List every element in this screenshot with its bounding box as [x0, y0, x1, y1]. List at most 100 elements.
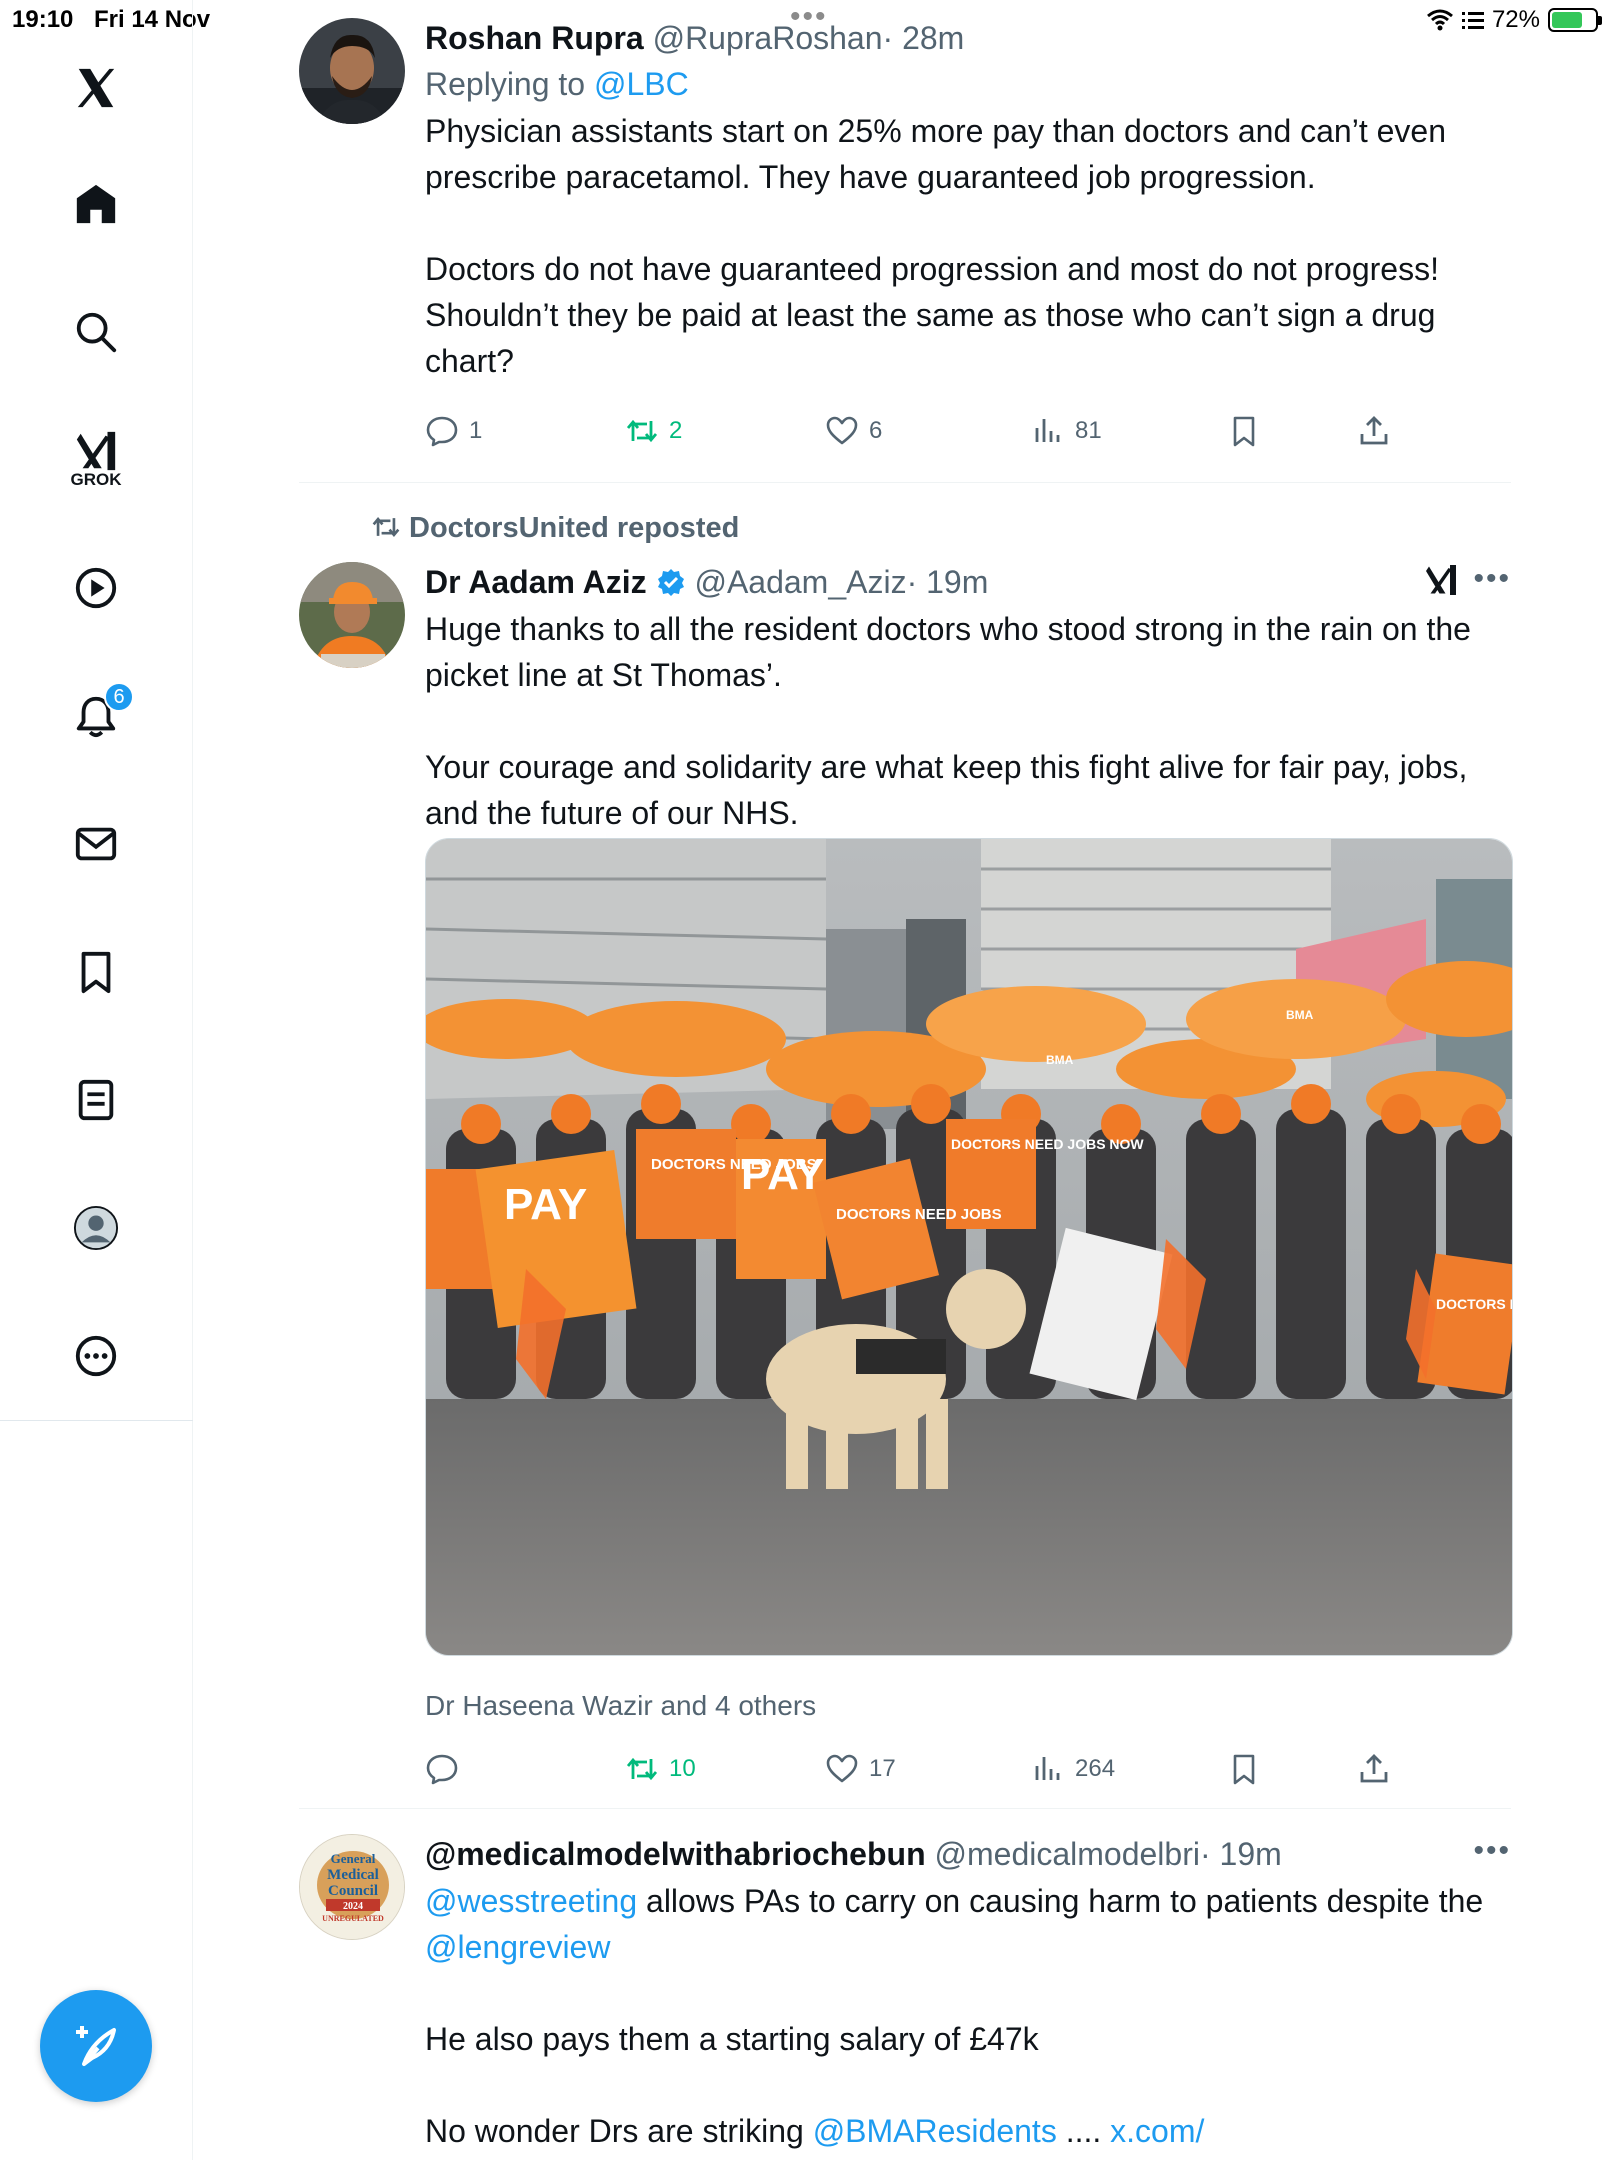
tweet-paragraph: Doctors do not have guaranteed progressi…: [425, 251, 1439, 379]
tweet-header: Roshan Rupra @RupraRoshan· 28m: [425, 18, 1511, 58]
grok-label: GROK: [70, 470, 122, 489]
compose-icon: [76, 2026, 116, 2066]
author-handle[interactable]: @RupraRoshan: [653, 20, 883, 56]
avatar-text: Medical: [327, 1867, 379, 1883]
photo-sign-text: BMA: [1046, 1053, 1074, 1067]
repost-by[interactable]: DoctorsUnited reposted: [409, 512, 739, 544]
sidebar-item-search[interactable]: [56, 292, 136, 372]
mention-link[interactable]: @wesstreeting: [425, 1883, 637, 1919]
author-name[interactable]: Dr Aadam Aziz: [425, 564, 647, 600]
avatar-text: UNREGULATED: [322, 1914, 384, 1923]
heart-icon: [826, 416, 858, 445]
tweet-paragraph: @wesstreeting allows PAs to carry on cau…: [425, 1878, 1511, 1970]
sidebar-item-profile[interactable]: [56, 1188, 136, 1268]
tweet-roshan-rupra[interactable]: Roshan Rupra @RupraRoshan· 28m Replying …: [299, 18, 1511, 447]
more-options-icon[interactable]: •••: [1473, 1834, 1511, 1868]
tweet-text: @wesstreeting allows PAs to carry on cau…: [425, 1878, 1511, 2154]
repost-icon: [372, 516, 400, 538]
tweet-text-segment: allows PAs to carry on causing harm to p…: [637, 1883, 1484, 1919]
bookmark-icon: [1233, 416, 1255, 447]
sidebar-item-lists[interactable]: [56, 1060, 136, 1140]
url-link[interactable]: x.com/: [1110, 2113, 1204, 2149]
author-name[interactable]: @medicalmodelwithabriochebun: [425, 1836, 926, 1872]
views-button[interactable]: 264: [1031, 1752, 1115, 1786]
tweet-text-segment: ....: [1056, 2113, 1111, 2149]
author-name[interactable]: Roshan Rupra: [425, 20, 644, 56]
like-count: 6: [869, 417, 883, 444]
avatar-text: General: [331, 1851, 376, 1866]
tagged-text: Dr Haseena Wazir and 4 others: [425, 1690, 817, 1721]
views-icon: [1035, 1757, 1060, 1780]
mention-link[interactable]: @LBC: [594, 66, 689, 102]
tweet-text: Huge thanks to all the resident doctors …: [425, 606, 1511, 836]
share-button[interactable]: [1357, 414, 1391, 448]
grok-icon[interactable]: [1423, 562, 1459, 598]
sidebar-item-messages[interactable]: [56, 804, 136, 884]
tagged-people[interactable]: Dr Haseena Wazir and 4 others: [425, 1686, 816, 1726]
messages-icon: [75, 827, 117, 861]
tweet-header: Dr Aadam Aziz @Aadam_Aziz· 19m: [425, 562, 1511, 602]
reply-icon: [426, 1754, 458, 1785]
tweet-text: Physician assistants start on 25% more p…: [425, 108, 1511, 384]
author-handle[interactable]: @medicalmodelbri: [935, 1836, 1200, 1872]
mention-link[interactable]: @BMAResidents: [813, 2113, 1057, 2149]
photo-sign-text: PAY: [504, 1180, 587, 1229]
replying-to: Replying to @LBC: [425, 64, 1511, 104]
tweet-header: @medicalmodelwithabriochebun @medicalmod…: [425, 1834, 1511, 1874]
photo-sign-text: DOCTORS NEED JOBS: [836, 1206, 1002, 1223]
bookmark-button[interactable]: [1227, 414, 1261, 448]
photo-sign-text: BMA: [1286, 1008, 1314, 1022]
avatar-text: 2024: [343, 1901, 363, 1912]
tweet-divider: [299, 1808, 1511, 1809]
share-icon: [1360, 416, 1388, 445]
sidebar-item-notifications[interactable]: 6: [56, 676, 136, 756]
tweet-aadam-aziz[interactable]: DoctorsUnited reposted Dr Aadam Aziz @Aa…: [299, 508, 1513, 1798]
repost-count: 10: [669, 1755, 696, 1782]
bookmarks-icon: [81, 951, 111, 994]
repost-button[interactable]: 2: [625, 414, 682, 448]
views-button[interactable]: 81: [1031, 414, 1102, 448]
view-count: 264: [1075, 1755, 1116, 1782]
sidebar-item-grok[interactable]: GROK: [56, 412, 136, 512]
tweet-paragraph: Physician assistants start on 25% more p…: [425, 113, 1446, 195]
reply-button[interactable]: [425, 1752, 469, 1786]
repost-indicator: DoctorsUnited reposted: [371, 508, 739, 548]
tweet-time[interactable]: · 19m: [907, 564, 989, 600]
more-options-icon[interactable]: •••: [1473, 562, 1511, 596]
tweet-time[interactable]: · 19m: [1200, 1836, 1282, 1872]
timeline: Roshan Rupra @RupraRoshan· 28m Replying …: [194, 0, 1620, 2160]
tweet-actions: 1 2 6 81: [425, 414, 1425, 454]
sidebar: GROK 6: [0, 0, 193, 2160]
tweet-medicalmodel[interactable]: General Medical Council 2024 UNREGULATED…: [299, 1834, 1511, 2160]
notifications-badge: 6: [104, 682, 134, 712]
tweet-text-segment: No wonder Drs are striking: [425, 2113, 813, 2149]
avatar[interactable]: [299, 562, 405, 668]
profile-icon: [73, 1205, 119, 1251]
verified-icon: [657, 569, 684, 596]
tweet-paragraph: Huge thanks to all the resident doctors …: [425, 611, 1471, 693]
avatar[interactable]: General Medical Council 2024 UNREGULATED: [299, 1834, 405, 1940]
photo-sign-text: DOCTORS NEED JOBS NOW: [1436, 1296, 1513, 1312]
compose-button[interactable]: [40, 1990, 152, 2102]
avatar[interactable]: [299, 18, 405, 124]
tweet-photo[interactable]: PAY DOCTORS NEED JOBS PAY DOCTORS NEED J…: [425, 838, 1513, 1656]
mention-link[interactable]: @lengreview: [425, 1929, 610, 1965]
repost-button[interactable]: 10: [625, 1752, 696, 1786]
sidebar-item-x-logo[interactable]: [56, 48, 136, 128]
repost-icon: [626, 1757, 658, 1781]
sidebar-item-home[interactable]: [56, 164, 136, 244]
author-handle[interactable]: @Aadam_Aziz: [694, 564, 906, 600]
reply-button[interactable]: 1: [425, 414, 482, 448]
sidebar-item-bookmarks[interactable]: [56, 932, 136, 1012]
bookmark-button[interactable]: [1227, 1752, 1261, 1786]
tweet-time[interactable]: · 28m: [883, 20, 965, 56]
bookmark-icon: [1233, 1754, 1255, 1785]
search-icon: [76, 312, 117, 353]
repost-icon: [626, 419, 658, 443]
share-button[interactable]: [1357, 1752, 1391, 1786]
sidebar-item-more[interactable]: [56, 1316, 136, 1396]
like-button[interactable]: 17: [825, 1752, 896, 1786]
view-count: 81: [1075, 417, 1102, 444]
sidebar-item-video[interactable]: [56, 548, 136, 628]
like-button[interactable]: 6: [825, 414, 882, 448]
